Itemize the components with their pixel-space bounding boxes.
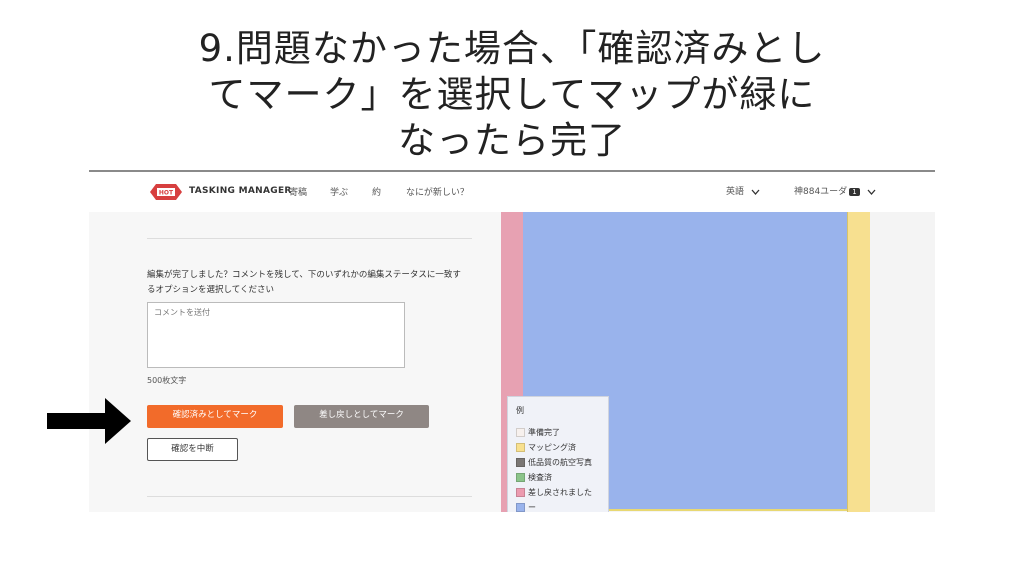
screenshot: HOT TASKING MANAGER 寄稿 学ぶ 約 なにが新しい？ 英語 神…	[89, 170, 935, 512]
legend-swatch	[516, 458, 525, 467]
mark-invalidated-button[interactable]: 差し戻しとしてマーク	[294, 405, 429, 428]
legend-item: 差し戻されました	[516, 487, 592, 499]
panel-divider-bottom	[147, 496, 472, 497]
brand-name[interactable]: TASKING MANAGER	[189, 186, 292, 196]
arrow-right-icon	[47, 398, 131, 444]
legend-label: 準備完了	[528, 428, 560, 437]
slide-title-line1: 9.問題なかった場合、「確認済みとし	[198, 27, 826, 70]
comment-input[interactable]	[147, 302, 405, 368]
legend-label: 差し戻されました	[528, 488, 592, 497]
slide-title: 9.問題なかった場合、「確認済みとし てマーク」を選択してマップが緑に なったら…	[120, 26, 904, 164]
char-limit-label: 500枚文字	[147, 376, 187, 385]
user-menu[interactable]: 神884ユーダ 1	[794, 184, 876, 197]
navbar: HOT TASKING MANAGER 寄稿 学ぶ 約 なにが新しい？ 英語 神…	[89, 172, 935, 213]
legend-label: 低品質の航空写真	[528, 458, 592, 467]
legend-swatch	[516, 488, 525, 497]
user-badge: 1	[849, 188, 860, 196]
panel-divider-top	[147, 238, 472, 239]
legend-swatch	[516, 443, 525, 452]
language-selector[interactable]: 英語	[726, 184, 760, 197]
nav-link-contribute[interactable]: 寄稿	[289, 185, 307, 198]
nav-link-whats-new[interactable]: なにが新しい？	[406, 185, 469, 198]
legend-item: マッピング済	[516, 442, 576, 454]
slide-title-line2: てマーク」を選択してマップが緑に	[208, 73, 816, 116]
legend-label: 検査済	[528, 473, 552, 482]
legend-item: 検査済	[516, 472, 552, 484]
legend-swatch	[516, 503, 525, 512]
stop-validation-button[interactable]: 確認を中断	[147, 438, 238, 461]
legend-swatch	[516, 428, 525, 437]
legend-label: ー	[528, 503, 536, 512]
legend-title: 例	[516, 406, 524, 415]
legend-item: ー	[516, 502, 536, 512]
language-label: 英語	[726, 187, 745, 197]
legend-item: 準備完了	[516, 427, 560, 439]
nav-link-learn[interactable]: 学ぶ	[330, 185, 348, 198]
completion-prompt: 編集が完了しました？コメントを残して、下のいずれかの編集ステータスに一致するオプ…	[147, 270, 461, 295]
hot-logo-icon[interactable]: HOT	[149, 181, 183, 203]
map-legend: 例 準備完了 マッピング済 低品質の航空写真 検査済 差し戻されました ー	[507, 396, 609, 512]
chevron-down-icon	[867, 189, 876, 195]
chevron-down-icon	[751, 189, 760, 195]
validation-panel: 編集が完了しました？コメントを残して、下のいずれかの編集ステータスに一致するオプ…	[89, 212, 501, 512]
legend-swatch	[516, 473, 525, 482]
logo-text: HOT	[159, 190, 174, 197]
legend-item: 低品質の航空写真	[516, 457, 592, 469]
mark-validated-button[interactable]: 確認済みとしてマーク	[147, 405, 283, 428]
slide-title-line3: なったら完了	[398, 119, 626, 162]
map-tile-mapped[interactable]	[847, 212, 870, 512]
nav-link-about[interactable]: 約	[372, 185, 381, 198]
user-name: 神884ユーダ	[794, 187, 848, 197]
legend-label: マッピング済	[528, 443, 576, 452]
